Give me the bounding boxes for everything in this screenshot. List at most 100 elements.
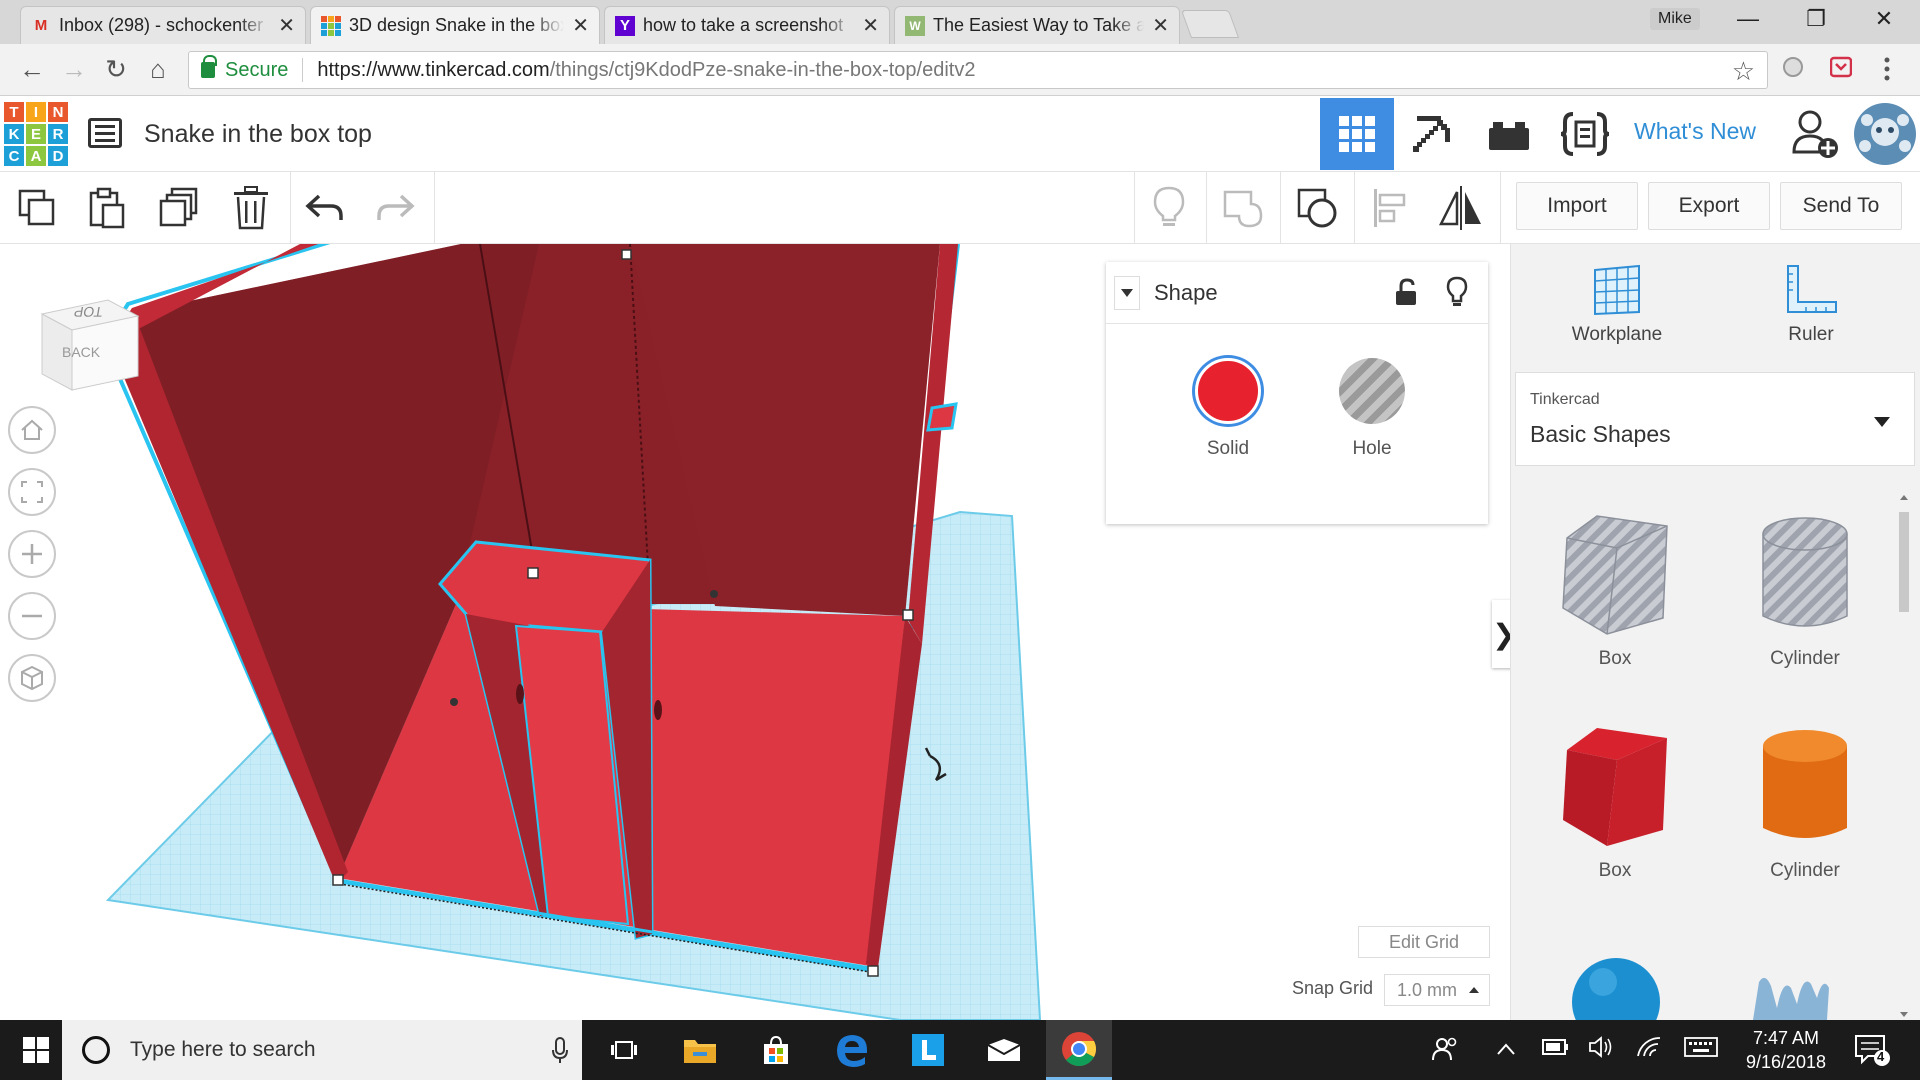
hide-shape-lightbulb-icon[interactable]	[1446, 276, 1468, 313]
zoom-out-button[interactable]	[8, 592, 56, 640]
show-all-button[interactable]	[1142, 182, 1196, 234]
taskbar-search-input[interactable]: Type here to search	[62, 1020, 582, 1080]
taskbar-clock[interactable]: 7:47 AM 9/16/2018	[1736, 1026, 1836, 1074]
send-to-button[interactable]: Send To	[1780, 182, 1902, 230]
resize-handle[interactable]	[867, 965, 879, 977]
microsoft-store-icon[interactable]	[746, 1020, 806, 1080]
resize-handle[interactable]	[621, 249, 632, 260]
delete-button[interactable]	[224, 182, 278, 234]
minimize-icon[interactable]: —	[1718, 6, 1778, 32]
edge-handle[interactable]	[450, 698, 458, 706]
close-window-icon[interactable]: ✕	[1854, 6, 1914, 32]
paste-button[interactable]	[80, 182, 134, 234]
windows-start-icon[interactable]	[6, 1020, 66, 1080]
url-input[interactable]: Secure https://www.tinkercad.com/things/…	[188, 51, 1768, 89]
solid-option[interactable]: Solid	[1178, 358, 1278, 460]
shape-scribble[interactable]	[1747, 968, 1833, 1025]
solid-color-swatch[interactable]	[1195, 358, 1261, 424]
volume-icon[interactable]	[1588, 1036, 1614, 1064]
shape-library-select[interactable]: Tinkercad Basic Shapes	[1515, 372, 1915, 466]
lync-app-icon[interactable]	[898, 1020, 958, 1080]
shape-cylinder-hole[interactable]: Cylinder	[1725, 512, 1885, 670]
ungroup-button[interactable]	[1290, 182, 1344, 234]
collapse-sidebar-button[interactable]: ❯	[1492, 600, 1510, 668]
export-button[interactable]: Export	[1648, 182, 1770, 230]
snap-grid-select[interactable]: 1.0 mm	[1384, 974, 1490, 1006]
design-title[interactable]: Snake in the box top	[144, 120, 372, 149]
edge-browser-icon[interactable]	[822, 1020, 882, 1080]
mail-app-icon[interactable]	[974, 1020, 1034, 1080]
people-icon[interactable]	[1432, 1036, 1460, 1068]
browser-menu-icon[interactable]	[1882, 56, 1892, 88]
bricks-view-button[interactable]	[1472, 98, 1546, 170]
duplicate-button[interactable]	[152, 182, 206, 234]
copy-button[interactable]	[10, 182, 64, 234]
fit-view-button[interactable]	[8, 468, 56, 516]
user-avatar[interactable]	[1850, 98, 1920, 170]
browser-profile-name[interactable]: Mike	[1650, 8, 1700, 30]
bookmark-star-icon[interactable]: ☆	[1732, 56, 1755, 87]
3d-workspace[interactable]: TOP BACK Shape Solid Hole Edit Grid Snap…	[0, 244, 1510, 1020]
invite-user-button[interactable]	[1780, 98, 1850, 170]
forward-icon[interactable]: →	[56, 54, 92, 85]
tab-close-icon[interactable]: ✕	[572, 13, 589, 38]
resize-handle[interactable]	[332, 874, 344, 886]
wifi-icon[interactable]	[1636, 1036, 1662, 1064]
battery-icon[interactable]	[1542, 1036, 1570, 1062]
group-button[interactable]	[1216, 182, 1270, 234]
undo-button[interactable]	[298, 182, 352, 234]
collapse-panel-button[interactable]	[1114, 275, 1140, 310]
ruler-tool[interactable]: Ruler	[1741, 264, 1881, 346]
unlock-icon[interactable]	[1394, 278, 1418, 311]
design-list-icon[interactable]	[88, 118, 122, 148]
snap-grid-value: 1.0 mm	[1397, 979, 1458, 1000]
minecraft-pickaxe-button[interactable]	[1396, 98, 1470, 170]
secure-indicator[interactable]: Secure	[201, 55, 288, 82]
resize-handle[interactable]	[527, 567, 539, 579]
hole-option[interactable]: Hole	[1322, 358, 1422, 460]
shapes-scrollbar[interactable]	[1897, 492, 1911, 1020]
browser-tab-yahoo[interactable]: Y how to take a screenshot ✕	[604, 6, 890, 44]
tab-close-icon[interactable]: ✕	[862, 13, 879, 38]
keyboard-icon[interactable]	[1684, 1036, 1718, 1064]
tab-close-icon[interactable]: ✕	[278, 13, 295, 38]
codeblocks-button[interactable]	[1548, 98, 1622, 170]
new-tab-button[interactable]	[1180, 10, 1240, 38]
pocket-extension-icon[interactable]	[1829, 56, 1853, 84]
hole-swatch[interactable]	[1339, 358, 1405, 424]
reload-icon[interactable]: ↻	[98, 54, 134, 85]
scroll-thumb[interactable]	[1899, 512, 1909, 612]
shape-sphere-solid[interactable]	[1571, 952, 1661, 1046]
edit-grid-button[interactable]: Edit Grid	[1358, 926, 1490, 958]
view-cube[interactable]: TOP BACK	[38, 284, 142, 394]
shape-cylinder-solid[interactable]: Cylinder	[1725, 724, 1885, 882]
back-icon[interactable]: ←	[14, 54, 50, 85]
3d-design-view-button[interactable]	[1320, 98, 1394, 170]
browser-tab-wikihow[interactable]: W The Easiest Way to Take a ✕	[894, 6, 1180, 44]
tray-overflow-chevron-icon[interactable]	[1496, 1036, 1516, 1062]
workplane-tool[interactable]: Workplane	[1547, 264, 1687, 346]
align-button[interactable]	[1362, 182, 1416, 234]
redo-button[interactable]	[368, 182, 422, 234]
maximize-icon[interactable]: ❐	[1786, 6, 1846, 32]
notification-center-icon[interactable]: 4	[1854, 1034, 1890, 1072]
whats-new-link[interactable]: What's New	[1634, 118, 1756, 145]
shape-box-solid[interactable]: Box	[1535, 724, 1695, 882]
tab-close-icon[interactable]: ✕	[1152, 13, 1169, 38]
resize-handle[interactable]	[902, 609, 914, 621]
tinkercad-logo[interactable]: T I N K E R C A D	[4, 102, 68, 166]
chrome-taskbar-icon[interactable]	[1046, 1020, 1112, 1080]
mirror-button[interactable]	[1434, 182, 1488, 234]
home-view-button[interactable]	[8, 406, 56, 454]
edge-handle[interactable]	[710, 590, 718, 598]
zoom-in-button[interactable]	[8, 530, 56, 578]
import-button[interactable]: Import	[1516, 182, 1638, 230]
browser-tab-gmail[interactable]: M Inbox (298) - schockenter ✕	[20, 6, 306, 44]
task-view-icon[interactable]	[594, 1020, 654, 1080]
home-icon[interactable]: ⌂	[140, 54, 176, 85]
perspective-toggle-button[interactable]	[8, 654, 56, 702]
extension-circle-icon[interactable]	[1782, 56, 1804, 84]
file-explorer-icon[interactable]	[670, 1020, 730, 1080]
browser-tab-tinkercad[interactable]: 3D design Snake in the box top ✕	[310, 6, 600, 44]
shape-box-hole[interactable]: Box	[1535, 512, 1695, 670]
